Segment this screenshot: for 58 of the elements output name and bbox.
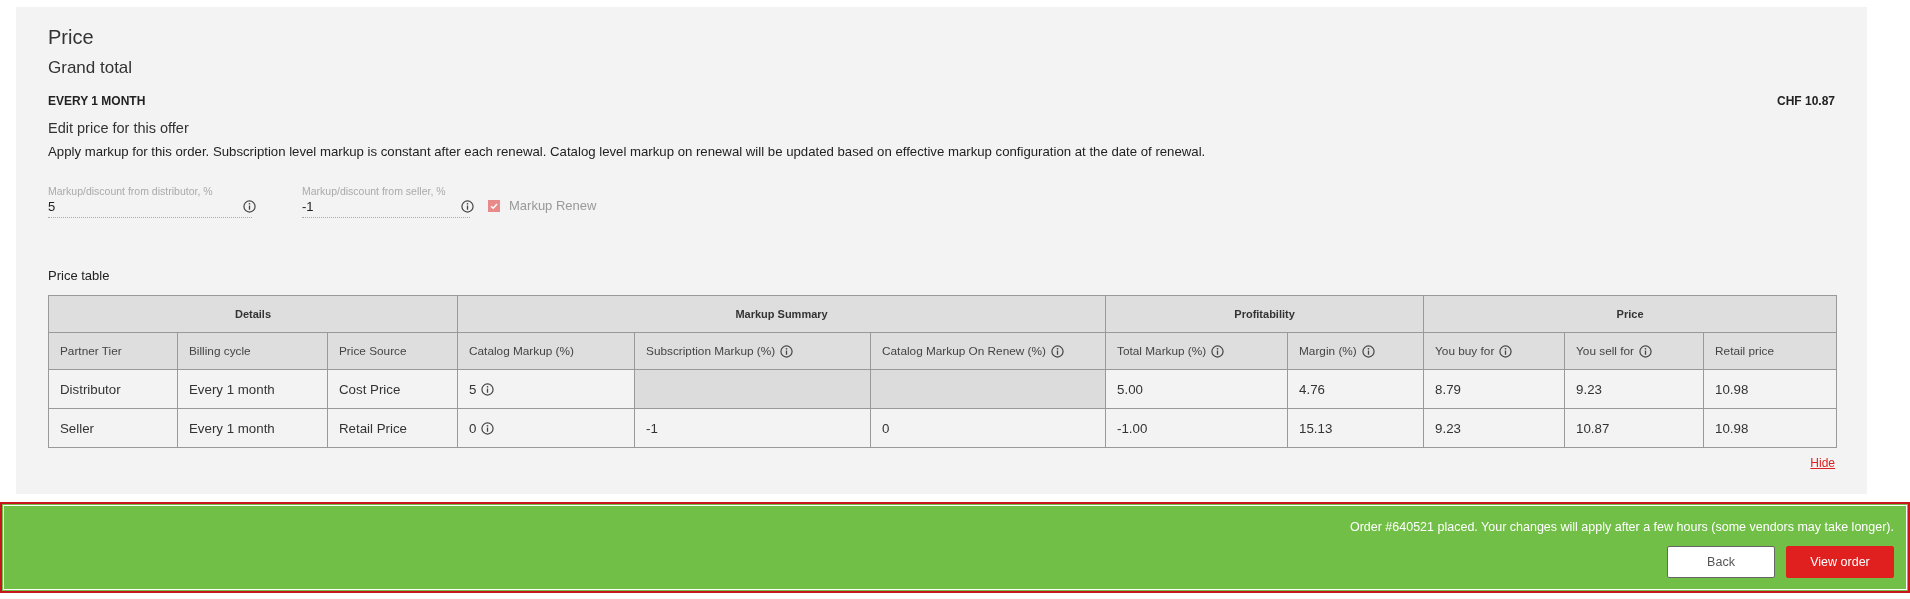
column-header: Margin (%) — [1287, 332, 1424, 370]
info-icon[interactable] — [481, 382, 495, 396]
description: Apply markup for this order. Subscription level markup is constant after each renewal. Catalog level markup on renewal will be updated based on effective markup configuration at the date of renewal. — [48, 144, 1207, 159]
section-title: Price — [48, 25, 95, 50]
table-cell: Seller — [48, 408, 178, 448]
table-cell: 5.00 — [1105, 369, 1288, 409]
table-cell: 9.23 — [1564, 369, 1704, 409]
column-header: Price Source — [327, 332, 458, 370]
table-cell: Every 1 month — [177, 369, 328, 409]
column-header: Total Markup (%) — [1105, 332, 1288, 370]
table-cell: Cost Price — [327, 369, 458, 409]
billing-period: EVERY 1 MONTH — [48, 94, 146, 108]
column-header: You sell for — [1564, 332, 1704, 370]
view-order-button[interactable]: View order — [1786, 546, 1894, 578]
info-icon[interactable] — [243, 200, 256, 213]
table-cell: 10.87 — [1564, 408, 1704, 448]
column-header: Catalog Markup (%) — [457, 332, 635, 370]
table-cell: 5 — [457, 369, 635, 409]
table-cell: 9.23 — [1423, 408, 1565, 448]
table-title: Price table — [48, 268, 111, 283]
info-icon[interactable] — [1639, 344, 1652, 358]
info-icon[interactable] — [461, 200, 474, 213]
info-icon[interactable] — [1361, 344, 1375, 358]
column-header: Retail price — [1703, 332, 1837, 370]
column-header: Catalog Markup On Renew (%) — [870, 332, 1106, 370]
grand-total: CHF 10.87 — [1776, 94, 1835, 108]
column-header: Partner Tier — [48, 332, 178, 370]
table-cell: 4.76 — [1287, 369, 1424, 409]
column-header: You buy for — [1423, 332, 1565, 370]
markup-field[interactable]: Markup/discount from distributor, % 5 — [48, 185, 252, 218]
info-icon[interactable] — [1499, 344, 1513, 358]
column-header: Billing cycle — [177, 332, 328, 370]
table-cell: -1 — [634, 408, 871, 448]
table-cell: 8.79 — [1423, 369, 1565, 409]
edit-heading: Edit price for this offer — [48, 120, 190, 136]
table-cell: 15.13 — [1287, 408, 1424, 448]
table-cell: 0 — [870, 408, 1106, 448]
table-cell: Retail Price — [327, 408, 458, 448]
table-cell: 10.98 — [1703, 369, 1837, 409]
info-icon[interactable] — [1050, 344, 1064, 358]
table-cell: Every 1 month — [177, 408, 328, 448]
group-header: Markup Summary — [457, 295, 1106, 333]
info-icon[interactable] — [1211, 344, 1225, 358]
banner-message: Order #640521 placed. Your changes will apply after a few hours (some vendors may take longer). — [1349, 520, 1894, 534]
table-cell: -1.00 — [1105, 408, 1288, 448]
table-cell: 10.98 — [1703, 408, 1837, 448]
group-header: Price — [1423, 295, 1837, 333]
info-icon[interactable] — [780, 344, 794, 358]
hide-link[interactable]: Hide — [1810, 456, 1835, 470]
table-cell: 0 — [457, 408, 635, 448]
column-header: Subscription Markup (%) — [634, 332, 871, 370]
group-header: Details — [48, 295, 458, 333]
markup-field[interactable]: Markup/discount from seller, % -1 — [302, 185, 470, 218]
back-button[interactable]: Back — [1667, 546, 1775, 578]
info-icon[interactable] — [481, 421, 495, 435]
group-header: Profitability — [1105, 295, 1424, 333]
table-cell: Distributor — [48, 369, 178, 409]
section-subtitle: Grand total — [48, 57, 134, 79]
